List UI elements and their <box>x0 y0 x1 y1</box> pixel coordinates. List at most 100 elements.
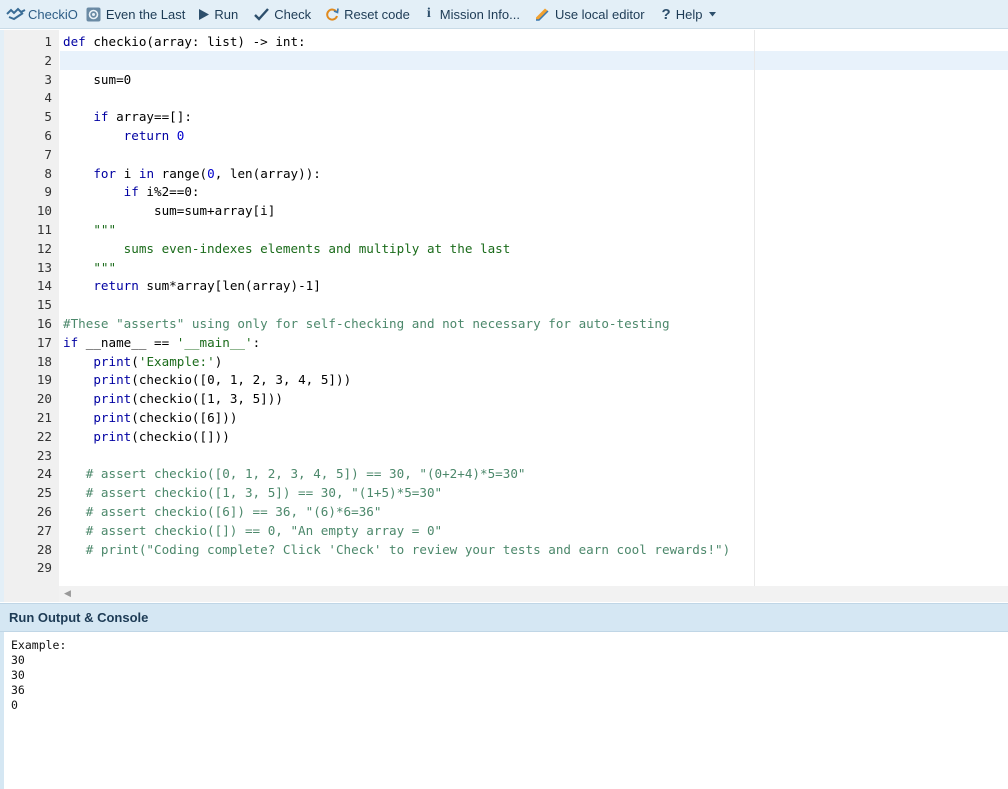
code-line[interactable]: 25 # assert checkio([1, 3, 5]) == 30, "(… <box>0 483 1008 502</box>
code-editor[interactable]: 1 def checkio(array: list) -> int: 2 3 sum=… <box>0 30 1008 602</box>
code-text: print('Example:') <box>63 352 222 371</box>
code-line[interactable]: 8 for i in range(0, len(array)): <box>0 164 1008 183</box>
code-token: print <box>93 428 132 444</box>
line-number: 14 <box>36 278 52 294</box>
code-line[interactable]: 5 if array==[]: <box>0 107 1008 126</box>
info-icon: i <box>426 6 431 21</box>
line-number: 10 <box>36 203 52 219</box>
code-token: if <box>123 184 147 200</box>
code-token: """ <box>63 259 117 275</box>
code-line[interactable]: 17 if __name__ == '__main__': <box>0 333 1008 352</box>
code-line[interactable]: 3 sum=0 <box>0 70 1008 89</box>
line-number: 6 <box>44 128 52 143</box>
code-line[interactable]: 10 sum=sum+array[i] <box>0 201 1008 220</box>
code-text: return sum*array[len(array)-1] <box>63 276 321 295</box>
line-number: 18 <box>36 353 52 369</box>
line-number: 25 <box>36 485 52 501</box>
check-label: Check <box>274 6 312 22</box>
code-line[interactable]: 4 <box>0 88 1008 107</box>
code-token: sum*array[len(array)-1] <box>146 278 321 294</box>
use-local-editor-button[interactable]: Use local editor <box>535 0 645 29</box>
code-token: # assert checkio([6]) == 36, "(6)*6=36" <box>63 504 382 519</box>
code-line[interactable]: 12 sums even-indexes elements and multip… <box>0 239 1008 258</box>
code-token: in <box>138 165 162 181</box>
code-token: 'Example:' <box>138 353 215 369</box>
mission-title-button[interactable]: Even the Last <box>86 0 185 29</box>
code-token: # assert checkio([1, 3, 5]) == 30, "(1+5… <box>63 485 443 501</box>
code-line[interactable]: 14 return sum*array[len(array)-1] <box>0 276 1008 295</box>
line-number: 19 <box>36 372 52 388</box>
code-text: """ <box>63 258 116 277</box>
mission-info-button[interactable]: i Mission Info... <box>427 0 520 29</box>
line-number: 21 <box>36 410 52 425</box>
code-text: print(checkio([6])) <box>63 408 237 427</box>
code-line[interactable]: 19 print(checkio([0, 1, 2, 3, 4, 5])) <box>0 370 1008 389</box>
horizontal-scrollbar[interactable]: ◀ <box>59 586 1008 602</box>
line-number: 12 <box>36 240 52 256</box>
code-token: (checkio([])) <box>131 428 230 444</box>
help-label: Help <box>675 6 703 22</box>
code-token: return <box>93 278 147 294</box>
line-number: 11 <box>36 222 52 237</box>
code-text: # assert checkio([6]) == 36, "(6)*6=36" <box>63 502 382 521</box>
code-line[interactable]: 18 print('Example:') <box>0 352 1008 371</box>
code-text: if array==[]: <box>63 107 192 126</box>
caret-down-icon <box>709 11 717 17</box>
code-line[interactable]: 7 <box>0 145 1008 164</box>
code-line[interactable]: 16 #These "asserts" using only for self-c… <box>0 314 1008 333</box>
console-output: Example: 30 30 36 0 <box>0 632 1008 789</box>
code-line[interactable]: 11 """ <box>0 220 1008 239</box>
code-line[interactable]: 23 <box>0 446 1008 465</box>
code-line[interactable]: 21 print(checkio([6])) <box>0 408 1008 427</box>
code-line[interactable]: 13 """ <box>0 258 1008 277</box>
code-line[interactable]: 22 print(checkio([])) <box>0 427 1008 446</box>
code-line[interactable]: 15 <box>0 295 1008 314</box>
code-token: return <box>123 128 177 143</box>
code-line[interactable]: 28 # print("Coding complete? Click 'Chec… <box>0 540 1008 559</box>
code-token: if <box>63 334 86 350</box>
code-text: if i%2==0: <box>63 182 200 201</box>
code-token: (checkio([6])) <box>131 410 238 425</box>
run-button[interactable]: Run <box>199 0 238 29</box>
scroll-left-arrow-icon[interactable]: ◀ <box>64 588 71 599</box>
console-line: 30 <box>11 653 25 667</box>
code-line[interactable]: 6 return 0 <box>0 126 1008 145</box>
code-text: sum=sum+array[i] <box>63 201 275 220</box>
code-line[interactable]: 9 if i%2==0: <box>0 182 1008 201</box>
code-text: print(checkio([1, 3, 5])) <box>63 389 283 408</box>
reset-code-button[interactable]: Reset code <box>326 0 410 29</box>
checkio-logo[interactable]: CheckiO <box>6 0 78 29</box>
code-line[interactable]: 24 # assert checkio([0, 1, 2, 3, 4, 5]) … <box>0 464 1008 483</box>
local-editor-label: Use local editor <box>554 6 645 22</box>
line-number: 29 <box>36 560 52 576</box>
line-number: 22 <box>36 428 52 444</box>
code-line[interactable]: 2 <box>0 51 1008 70</box>
line-number: 17 <box>36 334 52 350</box>
code-line[interactable]: 27 # assert checkio([]) == 0, "An empty … <box>0 521 1008 540</box>
check-button[interactable]: Check <box>254 0 311 29</box>
reset-icon <box>326 7 339 21</box>
line-number: 16 <box>36 316 52 331</box>
code-token: i%2==0: <box>146 184 200 200</box>
code-line[interactable]: 20 print(checkio([1, 3, 5])) <box>0 389 1008 408</box>
code-text: sums even-indexes elements and multiply … <box>63 239 511 258</box>
console-line: 36 <box>11 683 25 697</box>
code-line[interactable]: 1 def checkio(array: list) -> int: <box>0 32 1008 51</box>
line-number: 8 <box>44 165 52 181</box>
line-number: 23 <box>36 447 52 463</box>
code-token: def <box>63 34 94 49</box>
checkio-logo-icon <box>6 7 26 21</box>
help-menu-button[interactable]: ? Help <box>662 0 717 29</box>
code-line[interactable]: 26 # assert checkio([6]) == 36, "(6)*6=3… <box>0 502 1008 521</box>
line-number: 13 <box>36 259 52 275</box>
code-text: if __name__ == '__main__': <box>63 333 260 352</box>
code-token: sum=0 <box>63 71 132 87</box>
code-line[interactable]: 29 <box>0 558 1008 577</box>
